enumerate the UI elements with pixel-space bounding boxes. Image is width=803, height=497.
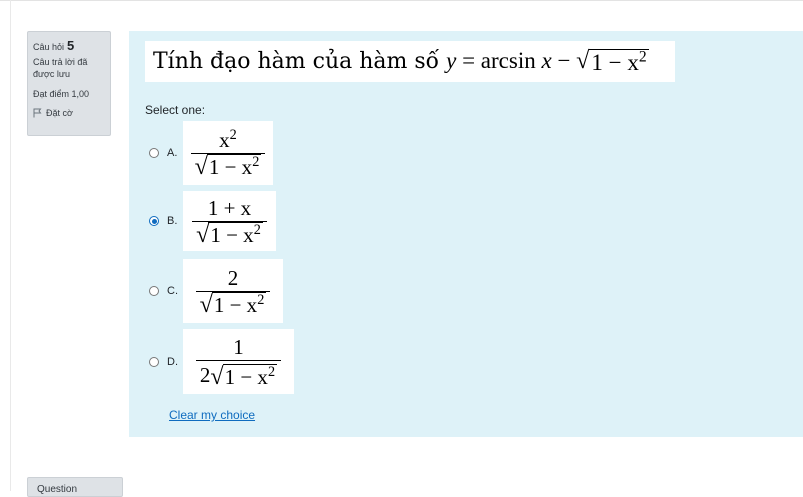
- option-formula: 1 + x √ 1 − x2: [183, 191, 276, 251]
- fraction-numerator: x2: [219, 126, 237, 152]
- formula-radicand: 1 − x2: [589, 48, 649, 75]
- fraction-numerator: 2: [227, 265, 239, 290]
- fraction-denominator: 2 √ 1 − x2: [199, 363, 278, 391]
- radio-option-b[interactable]: [149, 216, 159, 226]
- radio-option-c[interactable]: [149, 286, 159, 296]
- question-grade: Đạt điểm 1,00: [33, 89, 90, 99]
- radicand: 1 − x2: [208, 222, 263, 248]
- navigation-title: Question: [37, 484, 78, 495]
- fraction-numerator: 1 + x: [207, 195, 252, 220]
- option-formula: 1 2 √ 1 − x2: [183, 329, 294, 394]
- answer-option-a[interactable]: A. x2 √ 1 − x2: [149, 121, 273, 185]
- fraction-denominator: √ 1 − x2: [194, 154, 262, 181]
- question-info-panel: Câu hỏi 5 Câu trả lời đã được lưu Đạt đi…: [27, 31, 111, 136]
- formula-sqrt: √ 1 − x2: [576, 46, 649, 75]
- radicand: 1 − x2: [206, 154, 262, 180]
- question-state: Câu trả lời đã được lưu: [33, 57, 88, 79]
- top-divider: [0, 0, 803, 1]
- formula-equals-arcsin: = arcsin: [456, 47, 542, 73]
- quiz-navigation-panel: Question: [27, 477, 123, 497]
- flag-icon: [33, 108, 42, 118]
- answer-option-d[interactable]: D. 1 2 √ 1 − x2: [149, 329, 294, 394]
- question-number: 5: [67, 38, 75, 53]
- question-text-prefix: Tính đạo hàm của hàm số: [153, 49, 440, 74]
- option-letter: D.: [167, 355, 178, 368]
- radicand: 1 − x2: [211, 292, 267, 318]
- answer-option-c[interactable]: C. 2 √ 1 − x2: [149, 259, 283, 323]
- radicand: 1 − x2: [222, 364, 278, 390]
- option-letter: A.: [167, 147, 178, 159]
- radio-option-a[interactable]: [149, 148, 159, 158]
- fraction-numerator: 1: [233, 334, 244, 359]
- formula-y: y: [446, 47, 457, 73]
- answer-option-b[interactable]: B. 1 + x √ 1 − x2: [149, 191, 276, 251]
- option-formula: x2 √ 1 − x2: [183, 121, 273, 185]
- question-number-line: Câu hỏi 5: [33, 38, 105, 53]
- flag-label: Đặt cờ: [46, 108, 73, 118]
- option-letter: B.: [167, 215, 178, 227]
- left-divider: [10, 0, 11, 491]
- fraction-denominator: √ 1 − x2: [199, 292, 267, 319]
- question-text: Tính đạo hàm của hàm số y = arcsin x − √…: [145, 41, 675, 82]
- question-formula: y = arcsin x − √ 1 − x2: [446, 48, 649, 75]
- option-letter: C.: [167, 285, 178, 297]
- question-content: Tính đạo hàm của hàm số y = arcsin x − √…: [129, 31, 803, 437]
- flag-question-button[interactable]: Đặt cờ: [33, 108, 105, 118]
- select-one-prompt: Select one:: [145, 103, 206, 117]
- formula-minus: −: [551, 47, 577, 73]
- option-formula: 2 √ 1 − x2: [183, 259, 283, 323]
- clear-choice-link[interactable]: Clear my choice: [169, 408, 255, 422]
- question-label: Câu hỏi: [33, 42, 65, 52]
- formula-x: x: [541, 47, 552, 73]
- coefficient: 2: [199, 363, 211, 388]
- fraction-denominator: √ 1 − x2: [196, 222, 263, 249]
- radio-option-d[interactable]: [149, 356, 159, 367]
